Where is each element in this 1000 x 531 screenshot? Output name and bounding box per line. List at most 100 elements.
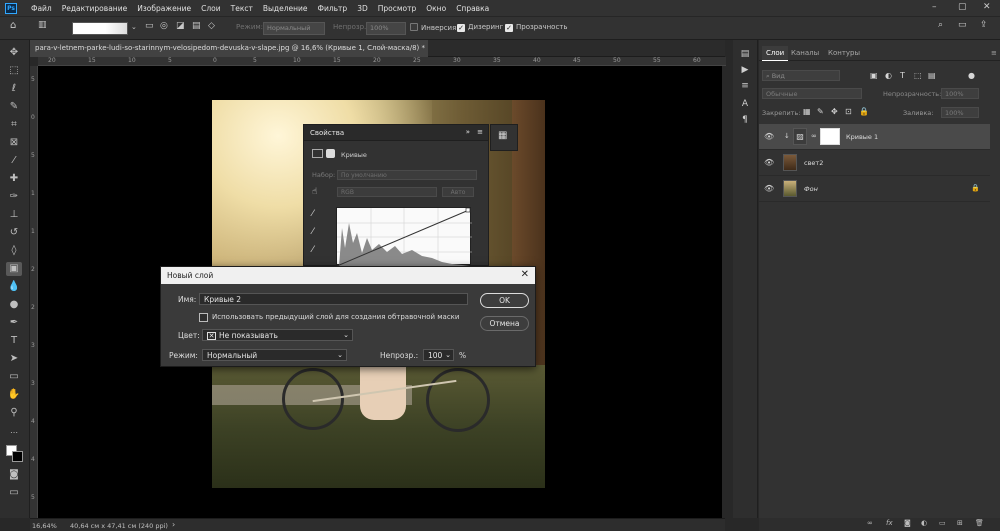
group-icon[interactable]: ▭ xyxy=(939,519,946,527)
eraser-tool-icon[interactable]: ◊ xyxy=(6,244,22,258)
frame-tool-icon[interactable]: ⊠ xyxy=(6,136,22,150)
link-layers-icon[interactable]: ∞ xyxy=(867,519,873,527)
filter-adjustment-icon[interactable]: ◐ xyxy=(885,71,892,80)
close-icon[interactable]: ✕ xyxy=(521,269,529,280)
tab-channels[interactable]: Каналы xyxy=(787,46,823,61)
visibility-eye-icon[interactable]: 👁 xyxy=(764,132,774,141)
zoom-level[interactable]: 16,64% xyxy=(32,522,57,530)
name-field[interactable]: Кривые 2 xyxy=(199,293,468,305)
tab-layers[interactable]: Слои xyxy=(762,46,789,61)
filter-toggle-icon[interactable]: ● xyxy=(968,71,975,80)
mask-icon[interactable] xyxy=(326,149,335,158)
menu-help[interactable]: Справка xyxy=(451,4,494,13)
search-icon[interactable]: ⌕ xyxy=(938,20,943,30)
menu-filter[interactable]: Фильтр xyxy=(313,4,353,13)
linear-gradient-icon[interactable]: ▭ xyxy=(145,21,154,31)
opacity-input[interactable]: 100% xyxy=(941,88,979,99)
stamp-tool-icon[interactable]: ⊥ xyxy=(6,208,22,222)
adjustment-layer-icon[interactable]: ◐ xyxy=(921,519,927,527)
quick-select-tool-icon[interactable]: ✎ xyxy=(6,100,22,114)
layer-name[interactable]: свет2 xyxy=(804,159,823,167)
mode-select[interactable]: Нормальный xyxy=(263,22,325,35)
visibility-eye-icon[interactable]: 👁 xyxy=(764,184,774,193)
auto-button[interactable]: Авто xyxy=(442,187,474,197)
filter-type-icon[interactable]: T xyxy=(900,71,905,80)
lock-pixels-icon[interactable]: ✎ xyxy=(817,107,824,116)
menu-image[interactable]: Изображение xyxy=(132,4,196,13)
tab-paths[interactable]: Контуры xyxy=(824,46,864,61)
blend-mode-select[interactable]: Обычные xyxy=(762,88,862,99)
healing-tool-icon[interactable]: ✚ xyxy=(6,172,22,186)
fill-input[interactable]: 100% xyxy=(941,107,979,118)
panel-menu-icon[interactable]: ≡ xyxy=(987,46,1000,61)
filter-smart-icon[interactable]: ▤ xyxy=(928,71,936,80)
gradient-tool-icon[interactable]: ▥ xyxy=(38,20,47,30)
clip-checkbox[interactable] xyxy=(199,313,208,322)
menu-edit[interactable]: Редактирование xyxy=(57,4,132,13)
home-icon[interactable]: ⌂ xyxy=(10,20,16,31)
path-select-tool-icon[interactable]: ➤ xyxy=(6,352,22,366)
hand-adjust-icon[interactable]: ☝ xyxy=(312,187,317,197)
menu-select[interactable]: Выделение xyxy=(258,4,313,13)
document-tab[interactable]: para-v-letnem-parke-ludi-so-starinnym-ve… xyxy=(30,40,428,57)
gradient-picker[interactable] xyxy=(72,22,128,35)
dodge-tool-icon[interactable]: ● xyxy=(6,298,22,312)
cancel-button[interactable]: Отмена xyxy=(480,316,529,331)
maximize-icon[interactable]: ▢ xyxy=(958,2,967,12)
crop-tool-icon[interactable]: ⌗ xyxy=(6,118,22,132)
hand-tool-icon[interactable]: ✋ xyxy=(6,388,22,402)
filter-pixel-icon[interactable]: ▣ xyxy=(870,71,878,80)
angle-gradient-icon[interactable]: ◪ xyxy=(176,21,185,31)
background-color-swatch[interactable] xyxy=(12,451,23,462)
more-tools-icon[interactable]: ⋯ xyxy=(6,426,22,440)
pen-tool-icon[interactable]: ✒ xyxy=(6,316,22,330)
layer-mask-thumbnail[interactable] xyxy=(820,128,840,145)
menu-file[interactable]: Файл xyxy=(26,4,57,13)
gradient-tool-icon[interactable]: ▣ xyxy=(6,262,22,276)
fx-icon[interactable]: fx xyxy=(886,519,893,527)
dither-checkbox[interactable]: ✓ Дизеринг xyxy=(457,23,503,32)
zoom-tool-icon[interactable]: ⚲ xyxy=(6,406,22,420)
share-icon[interactable]: ⇪ xyxy=(980,20,988,30)
lock-transparent-icon[interactable]: ▦ xyxy=(803,107,811,116)
properties-toggle[interactable]: ▦ xyxy=(490,124,518,151)
reverse-checkbox[interactable]: Инверсия xyxy=(410,23,456,32)
eyedropper-gray-icon[interactable]: ⁄ xyxy=(312,227,314,237)
lock-position-icon[interactable]: ✥ xyxy=(831,107,838,116)
actions-icon[interactable]: ▶ xyxy=(738,64,752,77)
preset-select[interactable]: По умолчанию xyxy=(337,170,477,180)
collapse-icon[interactable]: » xyxy=(466,128,470,136)
paragraph-icon[interactable]: ¶ xyxy=(738,114,752,127)
channel-select[interactable]: RGB xyxy=(337,187,437,197)
menu-layers[interactable]: Слои xyxy=(196,4,226,13)
add-mask-icon[interactable]: ◙ xyxy=(904,519,911,527)
transparency-checkbox[interactable]: ✓ Прозрачность xyxy=(505,23,568,32)
filter-shape-icon[interactable]: ⬚ xyxy=(914,71,922,80)
lock-all-icon[interactable]: 🔒 xyxy=(859,107,869,116)
radial-gradient-icon[interactable]: ◎ xyxy=(160,21,168,31)
history-icon[interactable]: ▤ xyxy=(738,48,752,61)
reflected-gradient-icon[interactable]: ▤ xyxy=(192,21,201,31)
minimize-icon[interactable]: – xyxy=(932,2,937,12)
brush-tool-icon[interactable]: ✑ xyxy=(6,190,22,204)
ok-button[interactable]: OK xyxy=(480,293,529,308)
menu-view[interactable]: Просмотр xyxy=(373,4,422,13)
menu-icon[interactable]: ≡ xyxy=(477,128,483,136)
lasso-tool-icon[interactable]: ℓ xyxy=(6,82,22,96)
layer-row[interactable]: 👁 Фон 🔒 xyxy=(759,176,990,202)
marquee-tool-icon[interactable]: ⬚ xyxy=(6,64,22,78)
new-layer-icon[interactable]: ⊞ xyxy=(957,519,963,527)
eyedropper-black-icon[interactable]: ⁄ xyxy=(312,209,314,219)
close-window-icon[interactable]: ✕ xyxy=(983,2,991,12)
layer-row[interactable]: 👁 ↓ ▨ ∞ Кривые 1 xyxy=(759,124,990,150)
eyedropper-tool-icon[interactable]: ⁄ xyxy=(6,154,22,168)
visibility-eye-icon[interactable]: 👁 xyxy=(764,158,774,167)
tool-presets-icon[interactable]: ≡ xyxy=(738,80,752,93)
type-tool-icon[interactable]: T xyxy=(6,334,22,348)
curves-graph[interactable] xyxy=(336,207,472,267)
eyedropper-white-icon[interactable]: ⁄ xyxy=(312,245,314,255)
shape-tool-icon[interactable]: ▭ xyxy=(6,370,22,384)
move-tool-icon[interactable]: ✥ xyxy=(6,46,22,60)
opacity-field[interactable]: 100 ⌄ xyxy=(423,349,454,361)
color-select[interactable]: ✕ Не показывать ⌄ xyxy=(202,329,353,341)
